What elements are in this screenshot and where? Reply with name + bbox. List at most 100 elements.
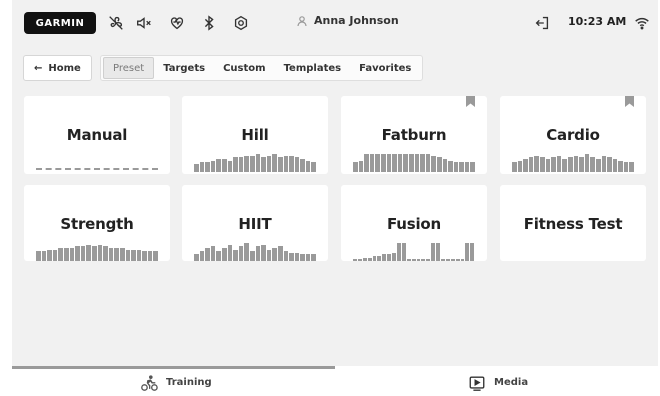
profile-bar xyxy=(618,161,623,172)
workout-title: Fitness Test xyxy=(523,215,623,233)
profile-bar xyxy=(470,243,475,261)
tab-preset[interactable]: Preset xyxy=(103,57,155,79)
profile-bar xyxy=(261,157,266,172)
profile-bar xyxy=(573,156,579,172)
profile-bar xyxy=(556,156,562,172)
profile-flat-line xyxy=(36,168,158,170)
profile-bar xyxy=(629,162,635,172)
profile-bar xyxy=(411,259,416,261)
profile-bar xyxy=(114,248,119,261)
profile-bar xyxy=(300,254,305,261)
tab-media[interactable]: Media xyxy=(468,369,528,396)
profile-bar xyxy=(283,156,289,172)
profile-bar xyxy=(36,251,41,261)
profile-bar xyxy=(272,154,277,172)
profile-bar xyxy=(244,243,249,261)
back-arrow-icon: ← xyxy=(34,62,43,74)
profile-bar xyxy=(397,154,403,172)
profile-bar xyxy=(401,243,406,261)
tab-custom[interactable]: Custom xyxy=(214,57,274,79)
profile-bar xyxy=(392,253,397,261)
workout-profile-chart xyxy=(36,152,158,172)
bookmark-icon[interactable] xyxy=(625,96,634,107)
workout-title: Fusion xyxy=(386,215,442,233)
bluetooth-icon[interactable] xyxy=(199,13,219,33)
workout-card-fusion[interactable]: Fusion xyxy=(341,185,487,261)
workout-card-fatburn[interactable]: Fatburn xyxy=(341,96,487,174)
profile-bar xyxy=(353,259,357,261)
profile-bar xyxy=(623,162,629,172)
profile-bar xyxy=(386,154,392,172)
profile-bar xyxy=(58,248,63,261)
profile-bar xyxy=(294,253,300,261)
profile-bar xyxy=(414,154,420,172)
profile-bar xyxy=(421,259,426,261)
fan-off-icon[interactable] xyxy=(106,13,126,33)
profile-bar xyxy=(305,161,311,172)
profile-bar xyxy=(551,157,556,172)
profile-bar xyxy=(63,248,69,261)
profile-bar xyxy=(357,259,362,261)
workout-card-fitness-test[interactable]: Fitness Test xyxy=(500,185,646,261)
profile-bar xyxy=(460,259,465,261)
brand-logo: GARMIN xyxy=(24,12,96,34)
profile-bar xyxy=(238,157,244,172)
profile-bar xyxy=(517,161,523,172)
profile-bar xyxy=(210,161,216,172)
profile-bar xyxy=(255,246,261,261)
profile-bar xyxy=(311,254,317,261)
profile-bar xyxy=(233,157,238,172)
profile-bar xyxy=(210,246,216,261)
user-profile[interactable]: Anna Johnson xyxy=(296,14,399,27)
workout-card-hill[interactable]: Hill xyxy=(182,96,328,174)
profile-bar xyxy=(75,246,80,261)
profile-bar xyxy=(579,157,584,172)
status-bar: GARMIN Anna Johnson 10:23 AM xyxy=(12,0,658,46)
profile-bar xyxy=(147,251,153,261)
home-label: Home xyxy=(48,62,81,74)
profile-bar xyxy=(367,258,372,261)
bottom-nav: Training Media xyxy=(12,366,658,396)
tab-training[interactable]: Training xyxy=(140,369,212,396)
home-button[interactable]: ← Home xyxy=(23,55,92,81)
profile-bar xyxy=(199,162,205,172)
screen: GARMIN Anna Johnson 10:23 AM ← Home Pres… xyxy=(12,0,658,396)
workout-card-cardio[interactable]: Cardio xyxy=(500,96,646,174)
heart-rate-icon[interactable] xyxy=(167,13,187,33)
logout-icon[interactable] xyxy=(532,13,552,33)
workout-title: Hill xyxy=(241,126,269,144)
workout-card-hiit[interactable]: HIIT xyxy=(182,185,328,261)
profile-bar xyxy=(601,156,607,172)
workout-card-manual[interactable]: Manual xyxy=(24,96,170,174)
profile-bar xyxy=(392,154,397,172)
profile-bar xyxy=(311,162,317,172)
profile-bar xyxy=(97,245,103,261)
profile-bar xyxy=(216,251,221,261)
workout-title: Cardio xyxy=(546,126,600,144)
profile-bar xyxy=(272,248,277,261)
wifi-icon[interactable] xyxy=(632,13,652,33)
profile-bar xyxy=(372,256,377,261)
profile-bar xyxy=(528,157,534,172)
workout-profile-chart xyxy=(194,152,317,172)
tab-templates[interactable]: Templates xyxy=(275,57,351,79)
profile-bar xyxy=(380,154,386,172)
profile-bar xyxy=(69,248,75,261)
ant-plus-icon[interactable] xyxy=(231,13,251,33)
profile-bar xyxy=(612,159,618,172)
volume-off-icon[interactable] xyxy=(134,13,154,33)
tab-targets[interactable]: Targets xyxy=(154,57,214,79)
workout-title: HIIT xyxy=(238,215,272,233)
bookmark-icon[interactable] xyxy=(466,96,475,107)
profile-bar xyxy=(431,156,436,172)
tab-favorites[interactable]: Favorites xyxy=(350,57,420,79)
profile-bar xyxy=(353,162,358,172)
profile-bar xyxy=(103,246,108,261)
workout-profile-chart xyxy=(353,241,475,261)
profile-bar xyxy=(142,251,147,261)
workout-card-strength[interactable]: Strength xyxy=(24,185,170,261)
profile-bar xyxy=(91,246,97,261)
profile-bar xyxy=(539,157,545,172)
profile-bar xyxy=(131,250,136,261)
workout-profile-chart xyxy=(512,152,635,172)
